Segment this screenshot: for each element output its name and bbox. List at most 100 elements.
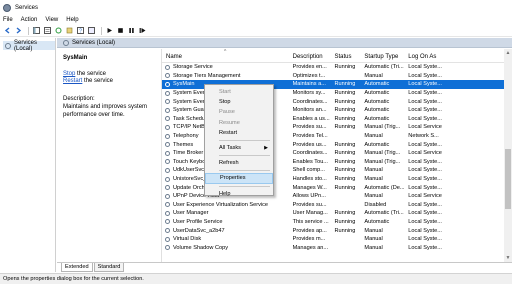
context-menu-start[interactable]: Start [205, 87, 273, 97]
menu-action[interactable]: Action [21, 17, 38, 23]
service-startup-cell: Manual [364, 72, 383, 79]
gear-icon [165, 99, 170, 105]
service-description-cell: Optimizes t... [292, 72, 326, 79]
service-startup-cell: Manual [364, 227, 383, 234]
table-row[interactable]: Virtual Disk Provides m... Manual Local Sys… [162, 235, 504, 244]
service-description-cell: Provides us... [292, 141, 327, 148]
context-menu-all-tasks[interactable]: All Tasks ▶ [205, 143, 273, 153]
gear-icon [165, 81, 170, 87]
gear-icon [165, 73, 170, 79]
service-startup-cell: Automatic [364, 218, 390, 225]
service-name-cell: User Manager [162, 210, 289, 216]
service-name-cell: User Profile Service [162, 219, 289, 225]
stop-service-link[interactable]: Stop [63, 71, 75, 77]
scroll-thumb[interactable] [505, 149, 511, 209]
gear-icon [165, 150, 170, 156]
service-logon-cell: Local Syste... [408, 176, 442, 183]
service-name-text: Volume Shadow Copy [173, 244, 229, 251]
column-description[interactable]: Description [289, 54, 331, 60]
service-description-cell: Enables Tou... [292, 158, 328, 165]
context-menu-pause[interactable]: Pause [205, 107, 273, 117]
service-status-cell: Running [334, 184, 356, 191]
gear-icon [165, 236, 170, 242]
export-icon[interactable] [65, 27, 73, 35]
properties-sheet-icon[interactable] [87, 27, 95, 35]
context-menu-refresh[interactable]: Refresh [205, 158, 273, 168]
service-status-cell: Running [334, 124, 356, 131]
context-menu-stop[interactable]: Stop [205, 97, 273, 107]
service-logon-cell: Local Syste... [408, 218, 442, 225]
table-row[interactable]: User Experience Virtualization Service Pr… [162, 201, 504, 210]
gear-icon [165, 202, 170, 208]
tab-standard[interactable]: Standard [93, 263, 125, 272]
table-row[interactable]: Volume Shadow Copy Manages an... Manual Loc… [162, 243, 504, 252]
gear-icon [63, 39, 69, 46]
show-hide-tree-icon[interactable] [32, 27, 40, 35]
service-logon-cell: Local Syste... [408, 115, 442, 122]
service-status-cell: Running [334, 176, 356, 183]
restart-service-link[interactable]: Restart [63, 78, 82, 84]
service-name-text: User Profile Service [173, 218, 223, 225]
forward-icon[interactable] [14, 27, 22, 35]
column-startup-type[interactable]: Startup Type [360, 54, 404, 60]
service-description-cell: Handles sto... [292, 176, 327, 183]
table-row[interactable]: User Profile Service This service ... Runn… [162, 218, 504, 227]
service-status-cell: Running [334, 98, 356, 105]
scroll-down-icon[interactable]: ▼ [504, 254, 512, 262]
pause-icon[interactable] [127, 27, 135, 35]
service-name-text: SysMain [173, 81, 195, 88]
service-logon-cell: Local Syste... [408, 227, 442, 234]
context-menu-help[interactable]: Help [205, 189, 273, 199]
service-description-cell: Provides Tel... [292, 133, 328, 140]
menu-bar: File Action View Help [0, 15, 512, 25]
tab-extended[interactable]: Extended [61, 263, 93, 272]
service-description-cell: Provides ap... [292, 227, 327, 234]
gear-icon [165, 193, 170, 199]
service-name-cell: Volume Shadow Copy [162, 245, 289, 251]
refresh-icon[interactable] [54, 27, 62, 35]
table-row[interactable]: Storage Tiers Management Optimizes t... Ma… [162, 72, 504, 81]
tree-node-services-local[interactable]: Services (Local) [3, 40, 55, 52]
tree-pane: Services (Local) [0, 38, 56, 272]
back-icon[interactable] [3, 27, 11, 35]
menu-view[interactable]: View [45, 17, 58, 23]
service-startup-cell: Manual [364, 236, 383, 243]
view-tabs: Extended Standard [57, 262, 512, 272]
service-name-text: UserDataSvc_a2b47 [173, 227, 225, 234]
vertical-scrollbar[interactable]: ▲ ▼ [504, 49, 512, 262]
service-startup-cell: Automatic [364, 107, 390, 114]
stop-icon[interactable] [116, 27, 124, 35]
services-app-icon [3, 3, 11, 12]
context-menu-properties[interactable]: Properties [205, 173, 273, 184]
service-status-cell: Running [334, 158, 356, 165]
table-row[interactable]: Storage Service Provides en... Running Auto… [162, 63, 504, 72]
column-status[interactable]: Status [331, 54, 361, 60]
service-description-cell: Monitors sy... [292, 90, 326, 97]
menu-help[interactable]: Help [66, 17, 78, 23]
service-logon-cell: Local Syste... [408, 98, 442, 105]
context-menu-restart[interactable]: Restart [205, 128, 273, 138]
gear-icon [165, 185, 170, 191]
scroll-up-icon[interactable]: ▲ [504, 49, 512, 57]
start-icon[interactable] [105, 27, 113, 35]
gear-icon [165, 116, 170, 122]
service-startup-cell: Automatic [364, 81, 390, 88]
service-startup-cell: Manual [364, 133, 383, 140]
service-name-cell: Storage Service [162, 64, 289, 70]
pane-header: Services (Local) [57, 38, 512, 48]
context-menu-separator [219, 155, 270, 157]
context-menu-resume[interactable]: Resume [205, 118, 273, 128]
service-name-cell: UserDataSvc_a2b47 [162, 228, 289, 234]
service-name-text: Telephony [173, 133, 199, 140]
menu-file[interactable]: File [3, 17, 13, 23]
service-description-cell: Coordinates... [292, 150, 328, 157]
help-icon[interactable]: ? [76, 27, 84, 35]
table-row[interactable]: User Manager User Manag... Running Automati… [162, 209, 504, 218]
service-logon-cell: Local Syste... [408, 107, 442, 114]
service-logon-cell: Local Syste... [408, 167, 442, 174]
column-log-on-as[interactable]: Log On As [404, 54, 504, 60]
gear-icon [165, 228, 170, 234]
table-row[interactable]: UserDataSvc_a2b47 Provides ap... Running Ma… [162, 226, 504, 235]
properties-icon[interactable] [43, 27, 51, 35]
restart-icon[interactable] [138, 27, 146, 35]
